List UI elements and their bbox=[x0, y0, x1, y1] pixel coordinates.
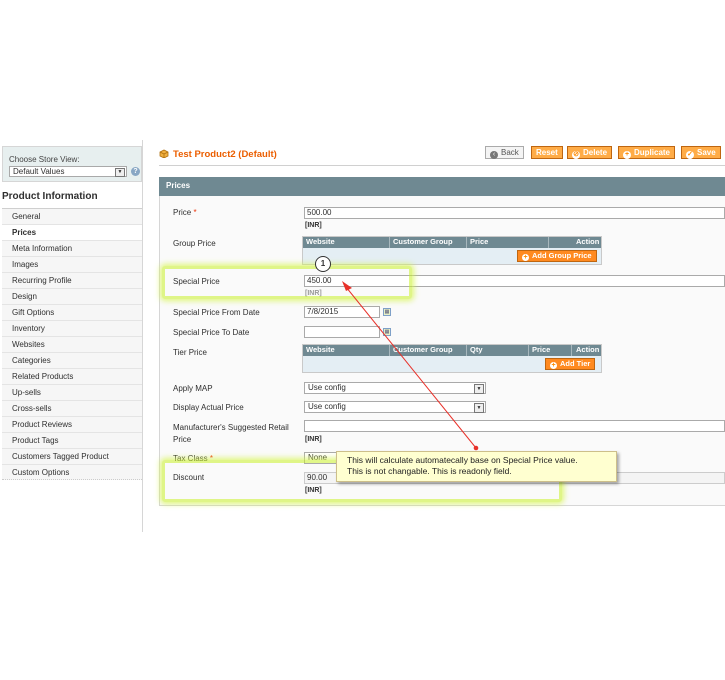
tooltip-line-2: This is not changable. This is readonly … bbox=[347, 465, 512, 476]
callout-number-badge: 1 bbox=[315, 256, 331, 272]
annotation-tooltip: This will calculate automatecally base o… bbox=[336, 451, 617, 482]
arrow-line bbox=[345, 286, 477, 449]
arrow-head-icon bbox=[342, 281, 352, 291]
annotation-arrow bbox=[342, 281, 479, 451]
tooltip-line-1: This will calculate automatecally base o… bbox=[347, 455, 578, 465]
arrow-origin-dot bbox=[473, 445, 479, 451]
